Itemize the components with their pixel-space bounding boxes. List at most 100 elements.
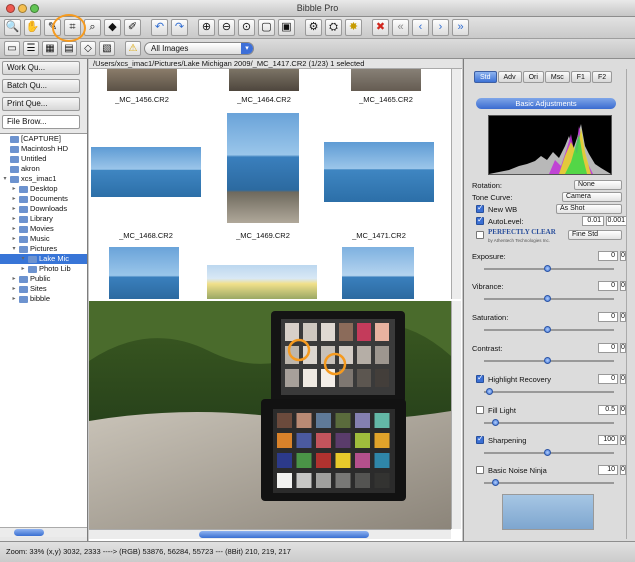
thumbnail-image[interactable] [227,113,299,223]
new-wb-checkbox[interactable] [476,203,484,213]
tree-item[interactable]: ▸ Desktop [0,184,87,194]
output-icon[interactable]: ⛭ [325,19,342,36]
noise-slider[interactable] [484,479,614,486]
disclosure-triangle-icon[interactable]: ▸ [11,284,17,294]
fill-light-slider[interactable] [484,419,614,426]
disclosure-triangle-icon[interactable]: ▾ [20,254,26,264]
disclosure-triangle-icon[interactable]: ▸ [11,234,17,244]
preview-hscrollbar[interactable] [89,529,451,539]
preset-thumbnail[interactable] [502,494,594,530]
thumbnail-image[interactable] [91,147,201,197]
tree-item[interactable]: ▸ Movies [0,224,87,234]
tools-tab[interactable]: Msc [544,71,570,83]
tree-item[interactable]: ▾ Pictures [0,244,87,254]
disclosure-triangle-icon[interactable]: ▸ [11,214,17,224]
tree-hscrollbar[interactable] [0,527,87,537]
slider-knob[interactable] [492,419,499,426]
exposure-value-input[interactable]: 0 [598,251,618,261]
disclosure-triangle-icon[interactable]: ▸ [11,224,17,234]
tree-item[interactable]: ▸ Photo Lib [0,264,87,274]
tree-item[interactable]: ▸ Documents [0,194,87,204]
sharpening-value-input[interactable]: 100 [598,435,618,445]
rotate-right-icon[interactable]: ↷ [171,19,188,36]
tree-item[interactable]: ▾ xcs_imac1 [0,174,87,184]
tree-item[interactable]: ▸ Sites [0,284,87,294]
tree-item[interactable]: ▸ bibble [0,294,87,304]
tone-curve-select[interactable]: Camera [562,192,622,202]
last-image-icon[interactable]: » [452,19,469,36]
sharpening-checkbox[interactable] [476,434,484,444]
thumbnail-image[interactable] [229,69,299,91]
thumbnail-image[interactable] [207,265,317,299]
zoom-window-button[interactable] [30,4,39,13]
perfectly-clear-checkbox[interactable] [476,231,484,239]
disclosure-triangle-icon[interactable]: ▾ [2,174,8,184]
autolevel-checkbox[interactable] [476,215,484,225]
thumbnail-image[interactable] [109,247,179,299]
tools-vscrollbar[interactable] [626,69,635,539]
autolevel-low-input[interactable]: 0.01 [582,216,604,226]
panel-tab[interactable]: File Brow... [2,115,80,129]
first-image-icon[interactable]: « [392,19,409,36]
white-balance-select[interactable]: As Shot [556,204,622,214]
highlight-slider[interactable] [484,388,614,395]
image-preview[interactable] [89,301,451,529]
slider-knob[interactable] [544,295,551,302]
panel-tab[interactable]: Print Que... [2,97,80,111]
vibrance-slider[interactable] [484,295,614,302]
slider-knob[interactable] [544,265,551,272]
tree-item[interactable]: akron [0,164,87,174]
panel-tab[interactable]: Work Qu... [2,61,80,75]
tree-item[interactable]: ▾ Lake Mic [0,254,87,264]
zoom-fit-icon[interactable]: ⊙ [238,19,255,36]
thumbnail-image[interactable] [342,247,414,299]
hand-tool-icon[interactable]: ✋ [24,19,41,36]
browser-vscrollbar[interactable] [451,69,461,299]
filmstrip-view-icon[interactable]: ▤ [61,41,77,56]
list-view-icon[interactable]: ☰ [23,41,39,56]
disclosure-triangle-icon[interactable]: ▸ [11,184,17,194]
perfectly-clear-select[interactable]: Fine Std [568,230,622,240]
minimize-window-button[interactable] [18,4,27,13]
fit-window-icon[interactable]: ▢ [258,19,275,36]
tree-item[interactable]: ▸ Downloads [0,204,87,214]
tree-item[interactable]: ▸ Music [0,234,87,244]
disclosure-triangle-icon[interactable]: ▸ [20,264,26,274]
thumbnail-image[interactable] [107,69,177,91]
tools-tab[interactable]: Std [474,71,497,83]
preview-hscroll-thumb[interactable] [199,531,369,538]
tools-tab[interactable]: F2 [591,71,613,83]
contrast-slider[interactable] [484,357,614,364]
next-image-icon[interactable]: › [432,19,449,36]
disclosure-triangle-icon[interactable]: ▾ [11,244,17,254]
thumbnail-image[interactable] [324,142,434,202]
zoom-out-icon[interactable]: ⊖ [218,19,235,36]
vibrance-value-input[interactable]: 0 [598,281,618,291]
info-icon[interactable]: ▧ [99,41,115,56]
warning-icon[interactable]: ⚠ [125,41,141,56]
single-view-icon[interactable]: ▭ [4,41,20,56]
basic-adjustments-header[interactable]: Basic Adjustments [476,98,616,109]
delete-icon[interactable]: ✖ [372,19,389,36]
noise-checkbox[interactable] [476,466,484,474]
full-view-icon[interactable]: ▣ [278,19,295,36]
tools-tab[interactable]: F1 [570,71,591,83]
slider-knob[interactable] [492,479,499,486]
disclosure-triangle-icon[interactable]: ▸ [11,194,17,204]
previous-image-icon[interactable]: ‹ [412,19,429,36]
zoom-in-icon[interactable]: ⊕ [198,19,215,36]
highlight-value-input[interactable]: 0 [598,374,618,384]
image-filter-select[interactable]: All Images ▾ [144,42,254,55]
rotate-left-icon[interactable]: ↶ [151,19,168,36]
tree-item[interactable]: Untitled [0,154,87,164]
slider-knob[interactable] [544,449,551,456]
panel-tab[interactable]: Batch Qu... [2,79,80,93]
fill-light-checkbox[interactable] [476,406,484,414]
disclosure-triangle-icon[interactable]: ▸ [11,204,17,214]
slider-knob[interactable] [544,326,551,333]
slider-knob[interactable] [544,357,551,364]
rotation-select[interactable]: None [574,180,622,190]
zoom-tool-icon[interactable]: 🔍 [4,19,21,36]
grid-view-icon[interactable]: ▦ [42,41,58,56]
tools-tab[interactable]: Ori [522,71,544,83]
